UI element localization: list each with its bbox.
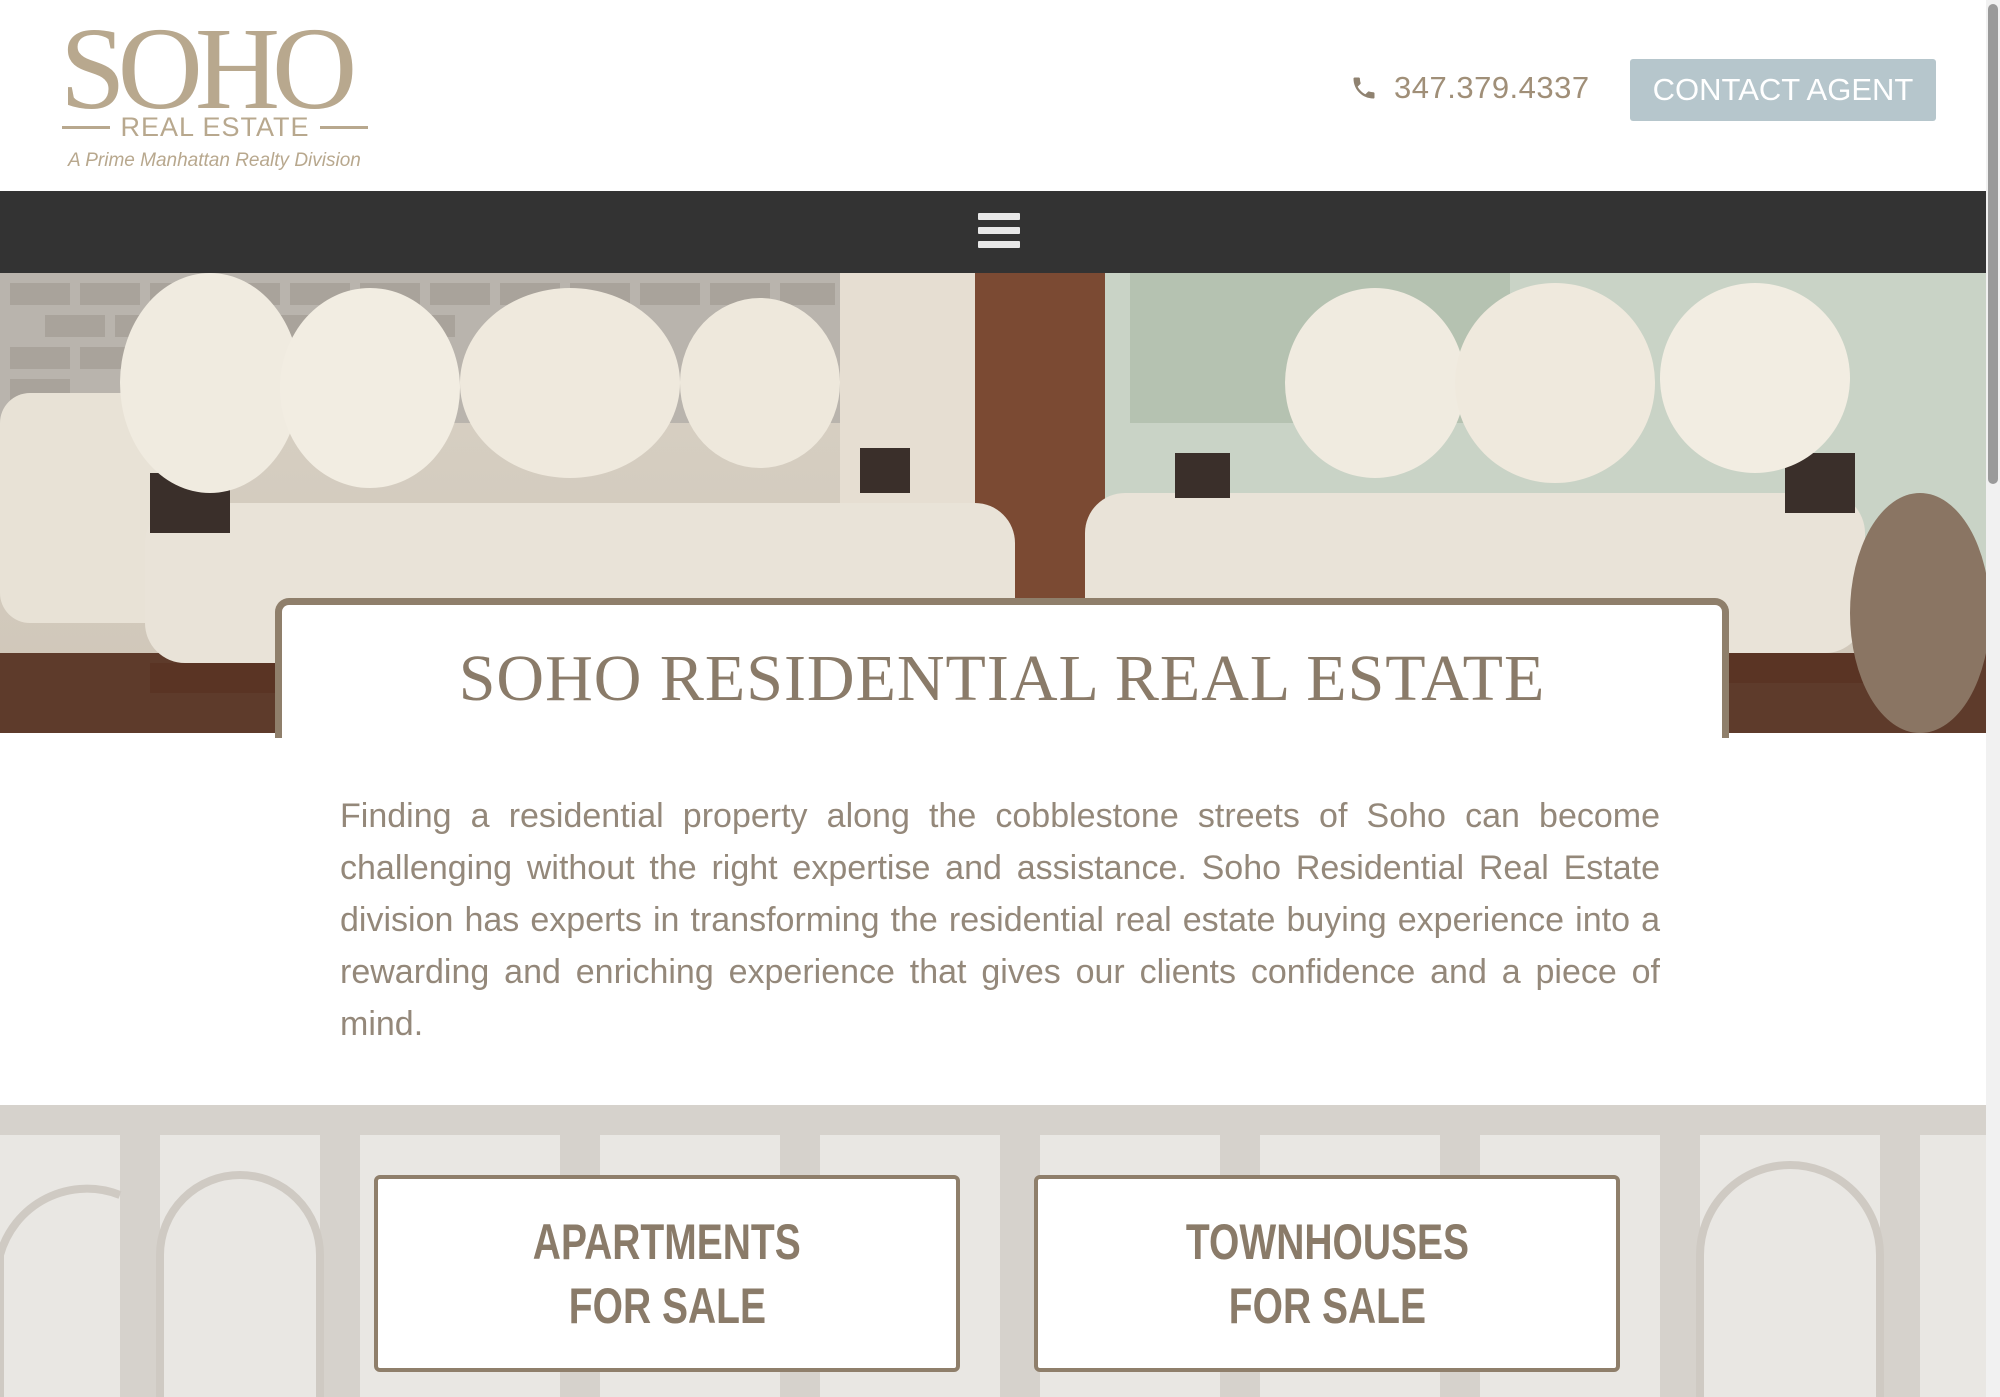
hero-title-panel: SOHO RESIDENTIAL REAL ESTATE xyxy=(275,598,1729,738)
phone-contact[interactable]: 347.379.4337 xyxy=(1350,66,1590,110)
logo-subtitle-row: REAL ESTATE xyxy=(62,110,369,144)
apartments-for-sale-button[interactable]: APARTMENTS FOR SALE xyxy=(374,1175,960,1372)
logo-rule-right xyxy=(319,125,369,129)
category-label-line1: TOWNHOUSES xyxy=(1185,1213,1469,1270)
intro-paragraph: Finding a residential property along the… xyxy=(340,797,1660,1043)
phone-number[interactable]: 347.379.4337 xyxy=(1394,70,1590,106)
page-scrollbar[interactable] xyxy=(1986,0,2000,1397)
contact-agent-button[interactable]: CONTACT AGENT xyxy=(1630,59,1936,121)
logo-tagline: A Prime Manhattan Realty Division xyxy=(68,150,361,171)
architecture-background xyxy=(0,1105,1986,1397)
site-header: SOHO REAL ESTATE A Prime Manhattan Realt… xyxy=(0,0,1986,191)
building-facade-illustration xyxy=(0,1105,1986,1397)
logo-wordmark: SOHO xyxy=(60,3,357,134)
category-label-line2: FOR SALE xyxy=(1228,1277,1426,1334)
category-label-line2: FOR SALE xyxy=(568,1277,766,1334)
logo-rule-left xyxy=(62,125,111,129)
phone-icon xyxy=(1353,77,1375,99)
scrollbar-thumb[interactable] xyxy=(1988,4,1998,484)
page-title: SOHO RESIDENTIAL REAL ESTATE xyxy=(458,642,1546,715)
townhouses-for-sale-button[interactable]: TOWNHOUSES FOR SALE xyxy=(1034,1175,1620,1372)
hamburger-menu-icon[interactable] xyxy=(978,213,1022,251)
logo[interactable]: SOHO REAL ESTATE A Prime Manhattan Realt… xyxy=(60,3,370,174)
logo-subtitle: REAL ESTATE xyxy=(120,111,310,142)
category-label-line1: APARTMENTS xyxy=(533,1213,801,1270)
main-navbar xyxy=(0,191,1986,273)
